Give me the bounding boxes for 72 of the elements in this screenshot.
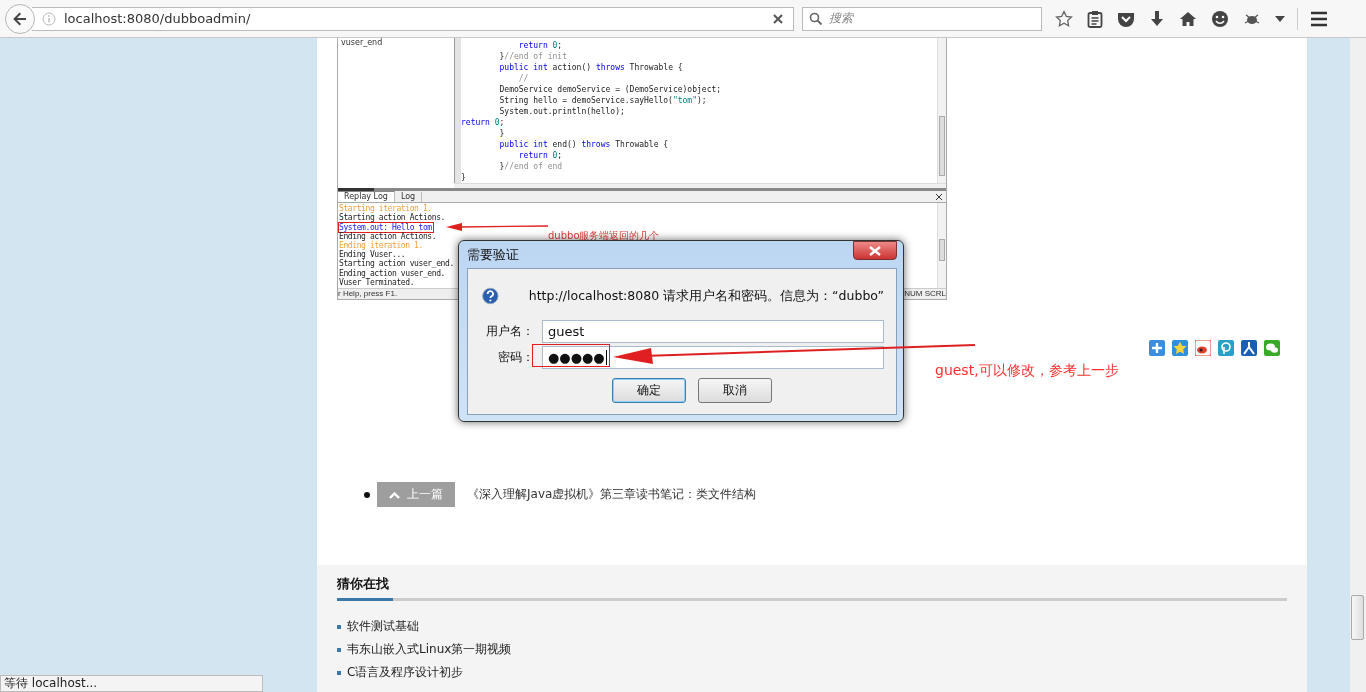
clipboard-icon[interactable] bbox=[1087, 9, 1103, 28]
home-icon[interactable] bbox=[1179, 10, 1197, 27]
scrollbar[interactable] bbox=[1350, 38, 1366, 692]
close-icon bbox=[869, 245, 881, 256]
dialog-button[interactable]: 确定 bbox=[612, 378, 686, 403]
dialog-button[interactable]: 取消 bbox=[698, 378, 772, 403]
plus-icon[interactable] bbox=[1149, 340, 1165, 356]
code-line: }//end of end bbox=[498, 161, 564, 172]
log-line: Starting action vuser_end. bbox=[339, 259, 454, 269]
code-line: return 0; bbox=[517, 40, 564, 51]
field-label: 用户名： bbox=[485, 322, 534, 340]
person-icon[interactable] bbox=[1241, 340, 1257, 356]
post-link[interactable]: 《深入理解Java虚拟机》第三章读书笔记：类文件结构 bbox=[467, 486, 757, 503]
scrollbar-thumb[interactable] bbox=[1351, 595, 1364, 640]
address-bar[interactable]: localhost:8080/dubboadmin/ bbox=[32, 6, 794, 31]
code-line: DemoService demoService = (DemoService)object; bbox=[498, 84, 723, 95]
tree-item: vuser_end bbox=[340, 38, 384, 47]
code-line: return 0; bbox=[461, 117, 506, 128]
p-icon[interactable] bbox=[1218, 340, 1234, 356]
log-line: Starting action Actions. bbox=[339, 213, 445, 223]
code-line: public int end() throws Throwable { bbox=[498, 139, 670, 150]
star-icon[interactable] bbox=[1172, 340, 1188, 356]
chevron-up-icon bbox=[389, 490, 400, 499]
input-field[interactable]: ●●●●● bbox=[542, 345, 884, 369]
url-text: localhost:8080/dubboadmin/ bbox=[64, 11, 252, 26]
annotation-text: guest,可以修改，参考上一步 bbox=[935, 362, 1119, 380]
smiley-icon[interactable] bbox=[1211, 9, 1229, 28]
close-icon[interactable] bbox=[773, 13, 783, 24]
menu-icon[interactable] bbox=[1310, 10, 1328, 27]
scrollbar[interactable] bbox=[937, 38, 946, 183]
eye-icon[interactable] bbox=[1195, 340, 1211, 356]
code-line: } bbox=[498, 128, 506, 139]
download-icon[interactable] bbox=[1149, 9, 1165, 28]
star-icon[interactable] bbox=[1055, 9, 1073, 28]
related-link[interactable]: C语言及程序设计初步 bbox=[347, 664, 464, 681]
status-text: NUM SCRL bbox=[904, 289, 946, 299]
code-line: System.out.println(hello); bbox=[498, 106, 626, 117]
annotation-text: dubbo服务端返回的几个 bbox=[548, 229, 660, 243]
log-line: Vuser Terminated. bbox=[339, 277, 415, 287]
caret-icon[interactable] bbox=[1275, 15, 1285, 22]
section-heading: 猜你在找 bbox=[337, 575, 390, 593]
input-field[interactable]: guest bbox=[542, 319, 884, 343]
arrow-left-icon bbox=[12, 10, 28, 27]
related-link[interactable]: 韦东山嵌入式Linux第一期视频 bbox=[347, 641, 512, 658]
chat-icon[interactable] bbox=[1264, 340, 1280, 356]
log-line: Ending action Actions. bbox=[339, 231, 437, 241]
search-field[interactable]: 搜索 bbox=[802, 6, 1042, 31]
back-button[interactable] bbox=[5, 3, 35, 34]
log-line: Ending iteration 1. bbox=[339, 241, 423, 251]
close-icon[interactable] bbox=[936, 194, 942, 201]
status-text: 等待 localhost... bbox=[0, 675, 263, 692]
log-line: Ending Vuser... bbox=[339, 250, 406, 260]
tab[interactable]: Replay Log bbox=[338, 191, 395, 203]
field-label: 密码： bbox=[497, 348, 534, 366]
code-line: public int action() throws Throwable { bbox=[498, 62, 684, 73]
dialog-message: http://localhost:8080 请求用户名和密码。信息为：“dubbo” bbox=[528, 287, 884, 305]
code-line: return 0; bbox=[517, 150, 564, 161]
log-line: Ending action vuser_end. bbox=[339, 268, 445, 278]
related-link[interactable]: 软件测试基础 bbox=[347, 618, 419, 635]
scrollbar[interactable] bbox=[937, 203, 946, 288]
code-line: String hello = demoService.sayHello("tom"); bbox=[498, 95, 708, 106]
tab[interactable]: Log bbox=[394, 191, 423, 202]
search-icon bbox=[809, 11, 823, 26]
code-line: } bbox=[461, 172, 467, 183]
dialog-title: 需要验证 bbox=[467, 245, 519, 264]
code-line: // bbox=[517, 73, 530, 84]
status-text: r Help, press F1. bbox=[338, 289, 398, 299]
log-line: Starting iteration 1. bbox=[339, 204, 432, 214]
scrollbar[interactable] bbox=[454, 183, 946, 189]
close-button[interactable] bbox=[853, 241, 897, 260]
code-line: }//end of init bbox=[498, 51, 568, 62]
pocket-icon[interactable] bbox=[1117, 10, 1135, 27]
